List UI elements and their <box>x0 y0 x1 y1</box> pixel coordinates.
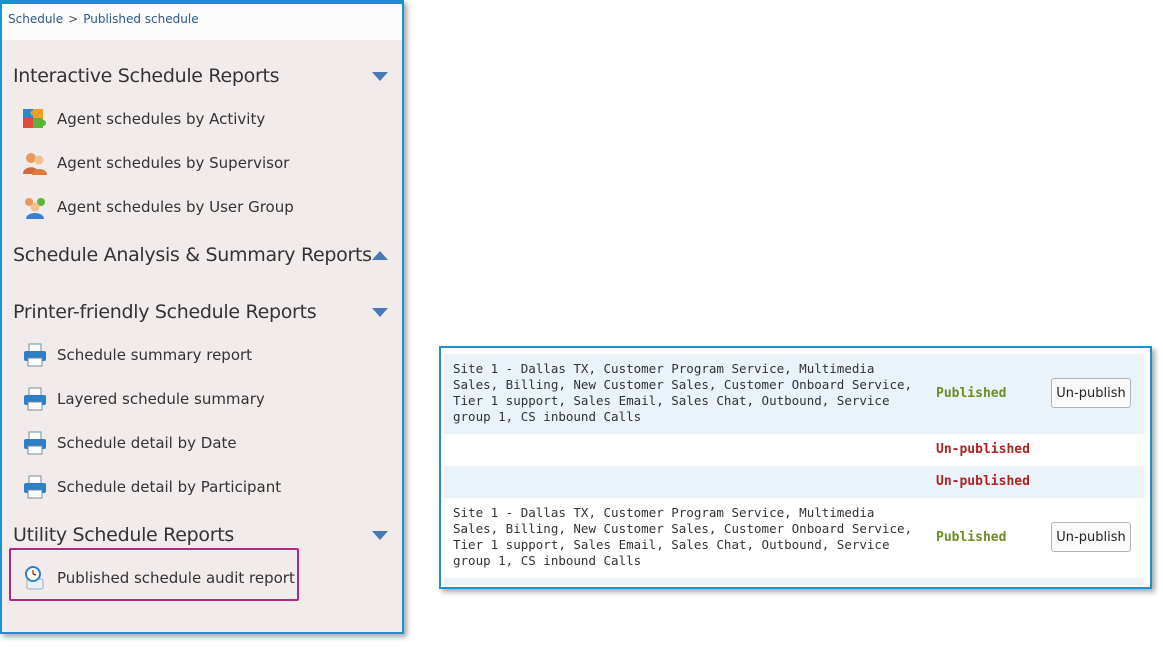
breadcrumb-schedule-link[interactable]: Schedule <box>8 12 63 26</box>
report-label: Schedule detail by Participant <box>57 478 282 496</box>
people-icon <box>22 150 48 176</box>
breadcrumb-current: Published schedule <box>83 12 199 26</box>
section-analysis-header[interactable]: Schedule Analysis & Summary Reports <box>13 240 388 270</box>
report-schedule-summary[interactable]: Schedule summary report <box>22 341 252 369</box>
breadcrumb-separator: > <box>68 12 79 26</box>
unpublish-button[interactable]: Un-publish <box>1051 522 1131 552</box>
table-row: Un-published <box>444 466 1144 498</box>
report-agent-by-user-group[interactable]: Agent schedules by User Group <box>22 193 294 221</box>
report-detail-by-date[interactable]: Schedule detail by Date <box>22 429 237 457</box>
table-row <box>444 578 1144 585</box>
section-utility-header[interactable]: Utility Schedule Reports <box>13 520 388 550</box>
status-badge: Un-published <box>936 442 1030 457</box>
group-icon <box>22 194 48 220</box>
status-badge: Un-published <box>936 474 1030 489</box>
report-layered-summary[interactable]: Layered schedule summary <box>22 385 265 413</box>
schedule-description: Site 1 - Dallas TX, Customer Program Ser… <box>453 361 913 424</box>
section-printer-header[interactable]: Printer-friendly Schedule Reports <box>13 297 388 327</box>
status-badge: Published <box>936 530 1007 545</box>
puzzle-icon <box>22 106 48 132</box>
printer-icon <box>22 474 48 500</box>
collapse-down-icon[interactable] <box>372 71 388 81</box>
report-agent-by-activity[interactable]: Agent schedules by Activity <box>22 105 265 133</box>
schedule-description: Site 1 - Dallas TX, Customer Program Ser… <box>453 505 913 568</box>
report-detail-by-participant[interactable]: Schedule detail by Participant <box>22 473 281 501</box>
table-row: Un-published <box>444 434 1144 466</box>
published-schedule-list: Site 1 - Dallas TX, Customer Program Ser… <box>439 346 1152 589</box>
collapse-down-icon[interactable] <box>372 530 388 540</box>
printer-icon <box>22 430 48 456</box>
report-label: Layered schedule summary <box>57 390 265 408</box>
section-analysis-title: Schedule Analysis & Summary Reports <box>13 244 372 266</box>
report-label: Agent schedules by User Group <box>57 198 294 216</box>
table-row: Site 1 - Dallas TX, Customer Program Ser… <box>444 354 1144 434</box>
collapse-down-icon[interactable] <box>372 307 388 317</box>
report-agent-by-supervisor[interactable]: Agent schedules by Supervisor <box>22 149 289 177</box>
highlight-box <box>9 548 299 601</box>
expand-up-icon[interactable] <box>372 250 388 260</box>
report-label: Agent schedules by Supervisor <box>57 154 290 172</box>
section-utility-title: Utility Schedule Reports <box>13 524 234 546</box>
section-interactive-title: Interactive Schedule Reports <box>13 65 280 87</box>
unpublish-button[interactable]: Un-publish <box>1051 378 1131 408</box>
reports-panel: Schedule > Published schedule Interactive … <box>0 0 404 634</box>
report-label: Schedule detail by Date <box>57 434 237 452</box>
printer-icon <box>22 342 48 368</box>
section-printer-title: Printer-friendly Schedule Reports <box>13 301 317 323</box>
report-label: Agent schedules by Activity <box>57 110 266 128</box>
printer-icon <box>22 386 48 412</box>
table-row: Site 1 - Dallas TX, Customer Program Ser… <box>444 498 1144 578</box>
section-interactive-header[interactable]: Interactive Schedule Reports <box>13 61 388 91</box>
breadcrumb: Schedule > Published schedule <box>2 4 402 40</box>
status-badge: Published <box>936 386 1007 401</box>
report-label: Schedule summary report <box>57 346 253 364</box>
